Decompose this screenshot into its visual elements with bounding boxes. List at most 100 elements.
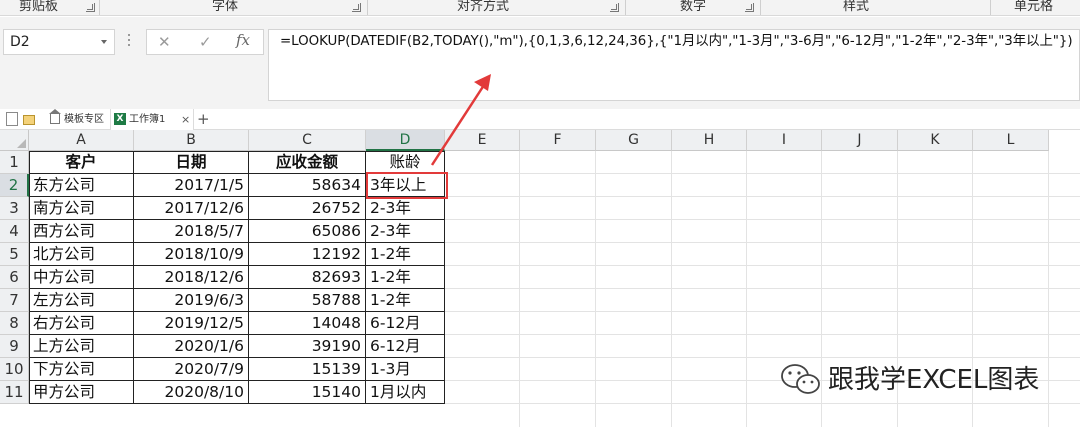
tab-template[interactable]: 模板专区 [46, 109, 106, 130]
header-cell-customer[interactable]: 客户 [29, 151, 134, 174]
cell-date[interactable]: 2020/7/9 [134, 358, 249, 381]
row-header[interactable]: 11 [0, 381, 29, 404]
cell-amount[interactable]: 82693 [249, 266, 366, 289]
cell-customer[interactable]: 甲方公司 [29, 381, 134, 404]
cell-customer[interactable]: 中方公司 [29, 266, 134, 289]
column-header-c[interactable]: C [249, 130, 366, 151]
cell-customer[interactable]: 西方公司 [29, 220, 134, 243]
cell-amount[interactable]: 12192 [249, 243, 366, 266]
header-cell-date[interactable]: 日期 [134, 151, 249, 174]
formula-input[interactable]: =LOOKUP(DATEDIF(B2,TODAY(),"m"),{0,1,3,6… [268, 29, 1080, 101]
cell-customer[interactable]: 北方公司 [29, 243, 134, 266]
cell-aging[interactable]: 3年以上 [366, 174, 445, 197]
column-header-f[interactable]: F [520, 130, 596, 151]
cell-aging[interactable]: 1月以内 [366, 381, 445, 404]
cell-amount[interactable]: 58634 [249, 174, 366, 197]
cell-aging[interactable]: 1-3月 [366, 358, 445, 381]
cell-date[interactable]: 2018/12/6 [134, 266, 249, 289]
cell-date[interactable]: 2018/5/7 [134, 220, 249, 243]
select-all-corner[interactable] [0, 130, 29, 151]
cell-date[interactable]: 2017/12/6 [134, 197, 249, 220]
home-icon [49, 109, 61, 124]
column-header-g[interactable]: G [596, 130, 672, 151]
ribbon-group-cells: 单元格 [1014, 0, 1054, 14]
cell-customer[interactable]: 东方公司 [29, 174, 134, 197]
row-header[interactable]: 10 [0, 358, 29, 381]
sheet-tab-strip: 模板专区 X 工作簿1 × + [0, 109, 1080, 130]
cell-date[interactable]: 2020/1/6 [134, 335, 249, 358]
name-box[interactable]: D2 [3, 29, 115, 55]
row-header[interactable]: 5 [0, 243, 29, 266]
cell-customer[interactable]: 左方公司 [29, 289, 134, 312]
column-header-e[interactable]: E [445, 130, 520, 151]
cell-amount[interactable]: 39190 [249, 335, 366, 358]
column-header-d[interactable]: D [366, 130, 445, 151]
gridline [445, 334, 1080, 335]
insert-function-icon[interactable]: fx [236, 31, 250, 49]
add-tab-icon[interactable]: + [197, 109, 210, 129]
font-launcher-icon[interactable] [352, 3, 361, 12]
cell-date[interactable]: 2017/1/5 [134, 174, 249, 197]
name-box-dropdown-icon[interactable] [101, 40, 107, 44]
row-header[interactable]: 7 [0, 289, 29, 312]
column-header-i[interactable]: I [747, 130, 822, 151]
cell-customer[interactable]: 右方公司 [29, 312, 134, 335]
clipboard-launcher-icon[interactable] [86, 3, 95, 12]
gridline [519, 151, 520, 427]
cell-customer[interactable]: 南方公司 [29, 197, 134, 220]
row-header[interactable]: 6 [0, 266, 29, 289]
header-cell-aging[interactable]: 账龄 [366, 151, 445, 174]
cell-aging[interactable]: 2-3年 [366, 197, 445, 220]
cell-amount[interactable]: 15140 [249, 381, 366, 404]
cell-aging[interactable]: 1-2年 [366, 266, 445, 289]
ribbon-divider [367, 0, 368, 15]
cell-amount[interactable]: 15139 [249, 358, 366, 381]
column-header-k[interactable]: K [898, 130, 973, 151]
ribbon-group-number: 数字 [680, 0, 707, 14]
row-header[interactable]: 4 [0, 220, 29, 243]
column-header-h[interactable]: H [672, 130, 747, 151]
alignment-launcher-icon[interactable] [610, 3, 619, 12]
row-header[interactable]: 1 [0, 151, 29, 174]
header-cell-amount[interactable]: 应收金额 [249, 151, 366, 174]
cell-date[interactable]: 2019/12/5 [134, 312, 249, 335]
drag-handle-icon[interactable] [127, 34, 131, 48]
row-header[interactable]: 8 [0, 312, 29, 335]
column-header-b[interactable]: B [134, 130, 249, 151]
cell-amount[interactable]: 65086 [249, 220, 366, 243]
cell-aging[interactable]: 1-2年 [366, 289, 445, 312]
row-header[interactable]: 2 [0, 174, 29, 197]
column-header-a[interactable]: A [29, 130, 134, 151]
cancel-icon[interactable]: ✕ [158, 32, 171, 52]
ribbon-group-clipboard: 剪贴板 [19, 0, 59, 14]
cell-customer[interactable]: 下方公司 [29, 358, 134, 381]
folder-icon[interactable] [23, 115, 35, 125]
close-tab-icon[interactable]: × [181, 109, 190, 130]
cell-aging[interactable]: 1-2年 [366, 243, 445, 266]
ribbon-divider [760, 0, 761, 15]
cell-amount[interactable]: 58788 [249, 289, 366, 312]
column-header-l[interactable]: L [973, 130, 1049, 151]
ribbon-group-alignment: 对齐方式 [457, 0, 510, 14]
row-header[interactable]: 3 [0, 197, 29, 220]
number-launcher-icon[interactable] [745, 3, 754, 12]
cell-aging[interactable]: 6-12月 [366, 335, 445, 358]
ribbon-group-font: 字体 [212, 0, 239, 14]
row-header[interactable]: 9 [0, 335, 29, 358]
gridline [445, 403, 1080, 404]
cell-date[interactable]: 2019/6/3 [134, 289, 249, 312]
ribbon-divider [990, 0, 991, 15]
excel-icon: X [114, 113, 126, 125]
cell-amount[interactable]: 14048 [249, 312, 366, 335]
cell-aging[interactable]: 6-12月 [366, 312, 445, 335]
confirm-icon[interactable]: ✓ [199, 32, 212, 52]
cell-date[interactable]: 2018/10/9 [134, 243, 249, 266]
cell-aging[interactable]: 2-3年 [366, 220, 445, 243]
cell-customer[interactable]: 上方公司 [29, 335, 134, 358]
column-header-j[interactable]: J [822, 130, 898, 151]
cell-amount[interactable]: 26752 [249, 197, 366, 220]
cell-date[interactable]: 2020/8/10 [134, 381, 249, 404]
gridline [445, 219, 1080, 220]
table-top-border [29, 151, 445, 152]
new-file-icon[interactable] [6, 112, 18, 126]
